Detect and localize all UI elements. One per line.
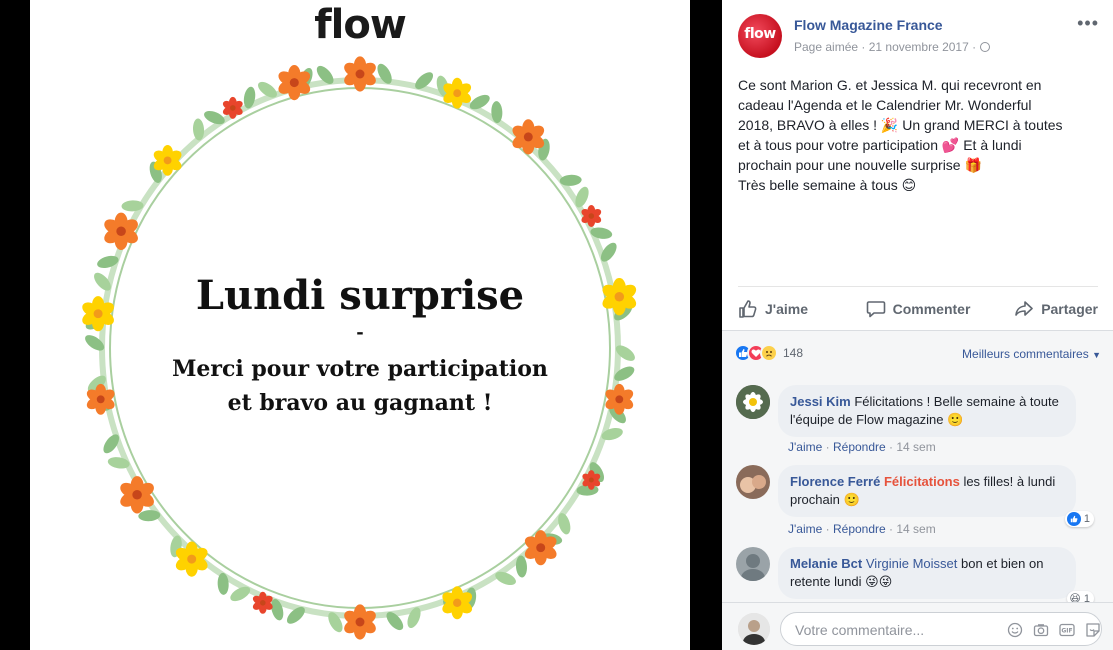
page-name-link[interactable]: Flow Magazine France bbox=[794, 17, 943, 33]
post-text-line: cadeau l'Agenda et le Calendrier Mr. Won… bbox=[738, 97, 1032, 113]
comment-icon bbox=[866, 300, 885, 317]
comment-input-placeholder: Votre commentaire... bbox=[795, 622, 925, 638]
like-button-label: J'aime bbox=[765, 300, 809, 317]
caret-down-icon: ▼ bbox=[1092, 350, 1101, 360]
like-reaction-icon bbox=[1066, 512, 1081, 526]
more-options-icon[interactable]: ••• bbox=[1077, 14, 1099, 32]
share-arrow-icon bbox=[1015, 300, 1033, 316]
comment-input[interactable]: Votre commentaire... GIF bbox=[780, 612, 1102, 646]
post-meta-text: Page aimée · 21 novembre 2017 · bbox=[794, 40, 977, 54]
commenter-avatar[interactable] bbox=[736, 385, 770, 419]
post-text-line: et à tous pour votre participation 💕 Et … bbox=[738, 137, 1022, 153]
comment-tag[interactable]: Virginie Moisset bbox=[866, 556, 958, 571]
comment-bubble: Melanie Bct Virginie Moisset bon et bien… bbox=[778, 547, 1076, 599]
comment-reply-link[interactable]: Répondre bbox=[833, 440, 886, 454]
current-user-avatar bbox=[738, 613, 770, 645]
comment-like-count: 1 bbox=[1083, 592, 1090, 603]
comment-meta: J'aime · Répondre · 14 sem bbox=[788, 522, 936, 536]
comment-reply-link[interactable]: Répondre bbox=[833, 522, 886, 536]
post-panel: flow Flow Magazine France Page aimée · 2… bbox=[722, 0, 1113, 650]
comment-time: 14 sem bbox=[896, 522, 936, 536]
page-avatar[interactable]: flow bbox=[738, 14, 782, 58]
comments-section: 148 Meilleurs commentaires ▼ Jessi Kim F… bbox=[722, 330, 1113, 602]
laugh-reaction-icon: 😆 bbox=[1069, 593, 1081, 602]
comment-like-count: 1 bbox=[1083, 513, 1090, 525]
comment-bubble: Jessi Kim Félicitations ! Belle semaine … bbox=[778, 385, 1076, 437]
comment-author-link[interactable]: Florence Ferré bbox=[790, 474, 880, 489]
post-meta: Page aimée · 21 novembre 2017 · bbox=[794, 40, 991, 54]
action-bar: J'aime Commenter Partager bbox=[738, 286, 1098, 330]
photo-caption-line: et bravo au gagnant ! bbox=[227, 390, 493, 416]
camera-icon[interactable] bbox=[1033, 622, 1049, 638]
share-button[interactable]: Partager bbox=[978, 287, 1098, 330]
globe-icon bbox=[980, 42, 991, 52]
photo-separator: - bbox=[356, 322, 364, 343]
comment-composer: Votre commentaire... GIF bbox=[722, 602, 1113, 650]
photo-title: Lundi surprise bbox=[195, 272, 525, 319]
photo-logo: flow bbox=[314, 2, 407, 48]
comment-sort-label: Meilleurs commentaires bbox=[962, 347, 1089, 361]
comment-button-label: Commenter bbox=[892, 300, 971, 317]
post-text-line: Très belle semaine à tous 😊 bbox=[738, 177, 917, 193]
post-photo[interactable]: flow Lundi surprise - Merci pour votre p… bbox=[30, 0, 690, 650]
post-header: flow Flow Magazine France Page aimée · 2… bbox=[722, 0, 1113, 70]
comment-author-link[interactable]: Melanie Bct bbox=[790, 556, 862, 571]
post-text-line: Ce sont Marion G. et Jessica M. qui rece… bbox=[738, 77, 1042, 93]
thumbs-up-icon bbox=[739, 299, 757, 318]
share-button-label: Partager bbox=[1041, 300, 1098, 317]
comment-like-badge[interactable]: 1 bbox=[1064, 511, 1094, 527]
emoji-icon[interactable] bbox=[1007, 622, 1023, 638]
like-button[interactable]: J'aime bbox=[738, 287, 858, 330]
sad-reaction-icon bbox=[760, 344, 778, 362]
commenter-avatar[interactable] bbox=[736, 547, 770, 581]
svg-text:GIF: GIF bbox=[1061, 628, 1072, 635]
photo-caption-line: Merci pour votre participation bbox=[172, 356, 548, 382]
photo-viewer: flow Lundi surprise - Merci pour votre p… bbox=[0, 0, 722, 650]
post-text-line: 2018, BRAVO à elles ! 🎉 Un grand MERCI à… bbox=[738, 117, 1063, 133]
post-text-line: prochain pour une nouvelle surprise 🎁 bbox=[738, 157, 982, 173]
comment-like-badge[interactable]: 😆 1 bbox=[1067, 591, 1094, 602]
comment-button[interactable]: Commenter bbox=[858, 287, 978, 330]
comment-author-link[interactable]: Jessi Kim bbox=[790, 394, 851, 409]
comment-tag[interactable]: Félicitations bbox=[884, 474, 960, 489]
comment-like-link[interactable]: J'aime bbox=[788, 522, 822, 536]
comment-bubble: Florence Ferré Félicitations les filles!… bbox=[778, 465, 1076, 517]
comment-meta: J'aime · Répondre · 14 sem bbox=[788, 440, 936, 454]
sticker-icon[interactable] bbox=[1085, 622, 1101, 638]
post-text: Ce sont Marion G. et Jessica M. qui rece… bbox=[738, 75, 1100, 195]
comment-time: 14 sem bbox=[896, 440, 936, 454]
gif-icon[interactable]: GIF bbox=[1059, 622, 1075, 638]
reaction-count: 148 bbox=[783, 346, 804, 360]
comment-sort-dropdown[interactable]: Meilleurs commentaires ▼ bbox=[962, 347, 1101, 361]
commenter-avatar[interactable] bbox=[736, 465, 770, 499]
reactions-summary[interactable]: 148 bbox=[734, 343, 803, 363]
avatar-logo-text: flow bbox=[744, 26, 776, 42]
comment-like-link[interactable]: J'aime bbox=[788, 440, 822, 454]
